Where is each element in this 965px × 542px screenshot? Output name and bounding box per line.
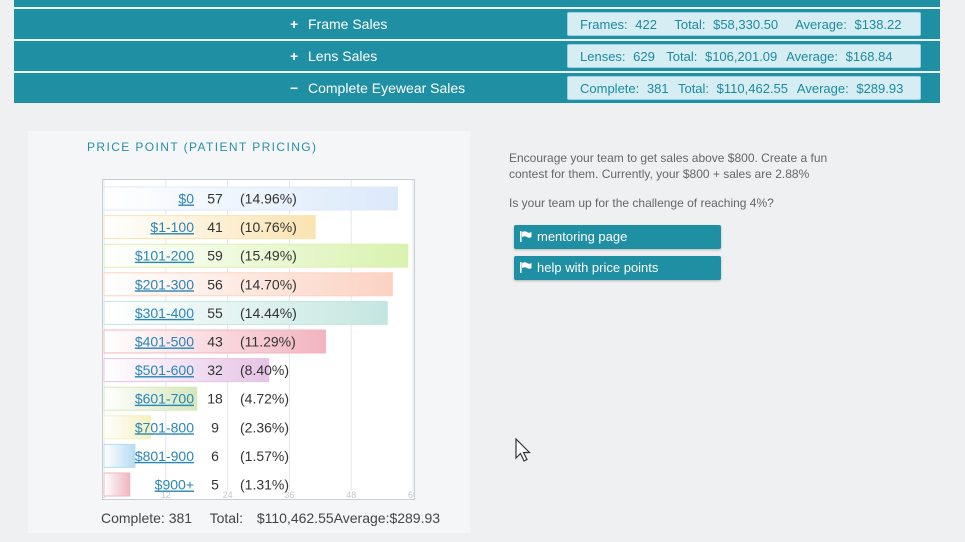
bar-percent-label: (1.31%) [240, 477, 289, 493]
price-point-chart-card: Price Point (Patient Pricing) 0122436486… [28, 131, 470, 533]
bar-percent-label: (2.36%) [240, 419, 289, 435]
stat-label: Average: [796, 81, 849, 96]
complete-eyewear-toggle[interactable]: − Complete Eyewear Sales [290, 73, 465, 103]
price-range-link[interactable]: $701-800 [135, 419, 194, 435]
chart-title: Price Point (Patient Pricing) [87, 140, 318, 154]
bar-percent-label: (15.49%) [240, 248, 297, 264]
price-range-link[interactable]: $401-500 [135, 334, 194, 350]
stat-value: $168.84 [845, 49, 893, 64]
info-encourage-text: Encourage your team to get sales above $… [509, 151, 828, 181]
price-range-link[interactable]: $301-400 [135, 305, 194, 321]
stat-value: $106,201.09 [704, 49, 778, 64]
stat-label: Lenses: [580, 49, 626, 64]
bar-10 [103, 472, 131, 497]
bar-count-label: 32 [207, 362, 223, 378]
x-tick-label: 24 [223, 490, 233, 499]
complete-eyewear-sales-row[interactable]: − Complete Eyewear Sales Complete: 381 To… [14, 73, 940, 103]
lens-sales-title: Lens Sales [308, 48, 378, 64]
bar-percent-label: (11.29%) [240, 334, 296, 350]
x-tick-label: 48 [346, 490, 356, 499]
flag-icon [520, 257, 532, 281]
stat-value: 629 [633, 49, 655, 64]
price-point-plot: 01224364860$057(14.96%)$1-10041(10.76%)$… [101, 179, 418, 500]
chart-footer: Complete: 381 Total: $110,462.55Average:… [101, 510, 440, 526]
help-with-price-points-button[interactable]: help with price points [514, 256, 721, 280]
stat-label: Total: [674, 17, 706, 32]
stat-label: Total: [666, 49, 698, 64]
price-point-info: Encourage your team to get sales above $… [509, 150, 854, 224]
stat-label: Average: [795, 17, 847, 32]
bar-count-label: 6 [211, 448, 219, 464]
top-accent-strip [14, 0, 940, 7]
expand-icon: + [290, 48, 299, 64]
bar-count-label: 43 [207, 334, 223, 350]
mouse-cursor-icon [515, 437, 533, 469]
bar-count-label: 5 [211, 477, 219, 493]
lens-sales-stats: Lenses: 629 Total: $106,201.09 Average: … [567, 44, 921, 68]
bar-percent-label: (14.44%) [240, 305, 297, 321]
frame-sales-row[interactable]: + Frame Sales Frames: 422 Total: $58,330.… [14, 9, 940, 39]
mentoring-page-label: mentoring page [537, 229, 628, 244]
frame-sales-stats: Frames: 422 Total: $58,330.50 Average: $… [567, 12, 921, 36]
info-challenge-text: Is your team up for the challenge of rea… [509, 196, 774, 210]
price-range-link[interactable]: $1-100 [150, 219, 194, 235]
complete-eyewear-title: Complete Eyewear Sales [308, 80, 466, 96]
bar-count-label: 59 [207, 248, 223, 264]
footer-total-label: Total: [209, 510, 244, 526]
price-range-link[interactable]: $900+ [155, 477, 194, 493]
footer-average-value: $289.93 [389, 510, 441, 526]
frame-sales-title: Frame Sales [308, 16, 388, 32]
bar-percent-label: (4.72%) [240, 391, 289, 407]
stat-value: 422 [635, 17, 657, 32]
stat-value: $138.22 [854, 17, 902, 32]
price-range-link[interactable]: $201-300 [135, 276, 194, 292]
lens-sales-toggle[interactable]: + Lens Sales [290, 41, 377, 71]
bar-9 [103, 443, 136, 468]
frame-sales-toggle[interactable]: + Frame Sales [290, 9, 387, 39]
footer-complete-label: Complete: [101, 510, 165, 526]
stat-value: $110,462.55 [716, 81, 789, 96]
lens-sales-row[interactable]: + Lens Sales Lenses: 629 Total: $106,201.… [14, 41, 940, 71]
footer-average-label: Average: [333, 510, 390, 526]
price-range-link[interactable]: $101-200 [135, 248, 194, 264]
bar-count-label: 56 [207, 276, 223, 292]
help-with-price-points-label: help with price points [537, 260, 659, 275]
flag-icon [520, 226, 532, 250]
mentoring-page-button[interactable]: mentoring page [514, 225, 721, 249]
price-range-link[interactable]: $601-700 [135, 391, 194, 407]
expand-icon: + [290, 16, 299, 32]
stat-value: 381 [646, 81, 669, 96]
bar-count-label: 55 [207, 305, 223, 321]
bar-count-label: 9 [211, 419, 219, 435]
footer-total-value: $110,462.55 [256, 510, 334, 526]
footer-complete-value: 381 [168, 510, 193, 526]
stat-value: $58,330.50 [713, 17, 779, 32]
bar-count-label: 57 [207, 191, 223, 207]
price-point-bar-chart: 01224364860$057(14.96%)$1-10041(10.76%)$… [101, 180, 418, 500]
stat-label: Total: [677, 81, 710, 96]
complete-eyewear-stats: Complete: 381 Total: $110,462.55 Average… [567, 76, 921, 100]
stat-value: $289.93 [856, 81, 904, 96]
price-range-link[interactable]: $501-600 [135, 362, 194, 378]
stat-label: Average: [786, 49, 838, 64]
bar-percent-label: (1.57%) [240, 448, 289, 464]
bar-percent-label: (14.70%) [240, 276, 297, 292]
stat-label: Complete: [580, 81, 640, 96]
stat-label: Frames: [580, 17, 628, 32]
bar-count-label: 18 [207, 391, 223, 407]
bar-percent-label: (14.96%) [240, 191, 297, 207]
bar-count-label: 41 [207, 219, 223, 235]
x-tick-label: 60 [408, 490, 414, 499]
price-range-link[interactable]: $0 [178, 191, 194, 207]
collapse-icon: − [290, 80, 299, 96]
price-range-link[interactable]: $801-900 [135, 448, 194, 464]
bar-percent-label: (10.76%) [240, 219, 297, 235]
bar-percent-label: (8.40%) [240, 362, 289, 378]
